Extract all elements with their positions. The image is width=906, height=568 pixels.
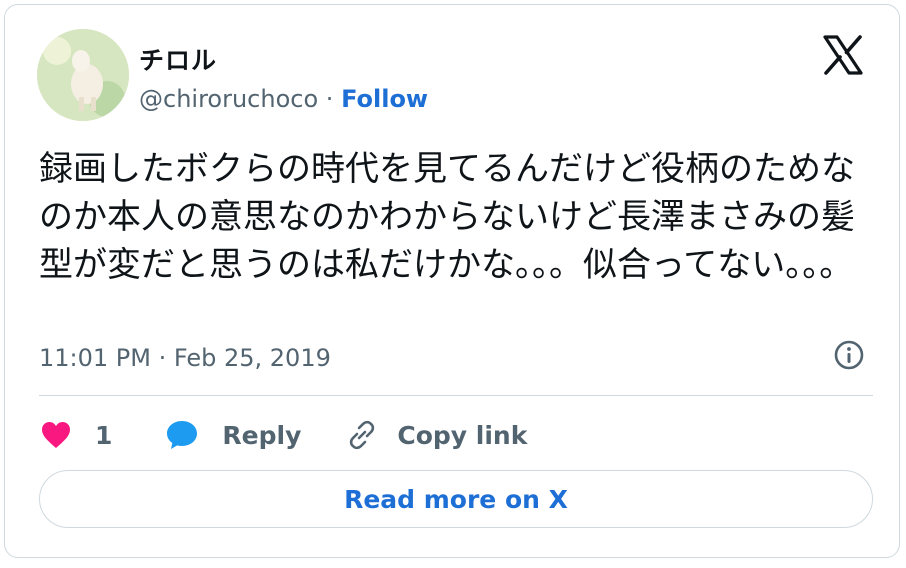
user-handle[interactable]: @chiroruchoco <box>139 85 318 113</box>
reply-button[interactable]: Reply <box>164 418 345 452</box>
tweet-card: チロル @chiroruchoco · Follow 録画したボクらの時代を見て… <box>4 4 900 558</box>
avatar-image <box>37 29 129 121</box>
like-count: 1 <box>95 420 113 450</box>
divider <box>39 395 873 396</box>
handle-row: @chiroruchoco · Follow <box>139 85 428 113</box>
info-icon[interactable] <box>833 339 865 371</box>
like-button[interactable]: 1 <box>39 419 164 451</box>
read-more-button[interactable]: Read more on X <box>39 470 873 528</box>
separator-dot: · <box>325 85 334 113</box>
x-logo-icon[interactable] <box>821 33 865 77</box>
action-bar: 1 Reply Copy link <box>39 415 527 455</box>
speech-bubble-icon <box>164 418 200 452</box>
heart-icon <box>39 419 73 451</box>
copy-link-button[interactable]: Copy link <box>345 418 527 452</box>
avatar[interactable] <box>37 29 129 121</box>
copy-link-label: Copy link <box>397 420 528 450</box>
follow-button[interactable]: Follow <box>341 85 428 113</box>
tweet-text: 録画したボクらの時代を見てるんだけど役柄のためなのか本人の意思なのかわからないけ… <box>39 149 855 285</box>
display-name[interactable]: チロル <box>139 41 217 77</box>
read-more-label: Read more on X <box>344 484 568 514</box>
link-icon <box>345 418 379 452</box>
tweet-timestamp[interactable]: 11:01 PM · Feb 25, 2019 <box>39 344 331 372</box>
reply-label: Reply <box>222 420 302 450</box>
